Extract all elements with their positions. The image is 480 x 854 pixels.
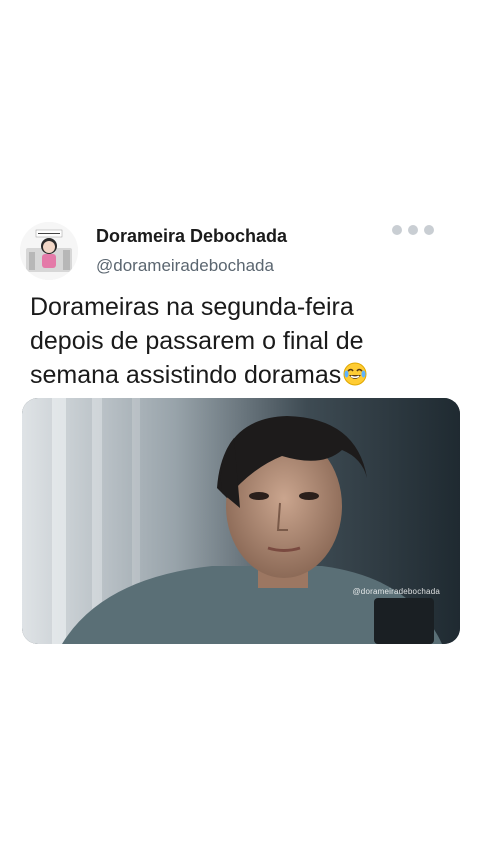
tweet-body: Dorameiras na segunda-feira depois de pa… — [30, 293, 364, 389]
post-header: Dorameira Debochada @dorameiradebochada — [20, 218, 460, 284]
more-dot-icon — [392, 225, 402, 235]
tweet-text: Dorameiras na segunda-feira depois de pa… — [30, 290, 450, 395]
avatar[interactable] — [20, 222, 78, 280]
user-handle[interactable]: @dorameiradebochada — [96, 256, 274, 276]
video-watermark: @dorameiradebochada — [352, 587, 440, 596]
more-options-button[interactable] — [392, 222, 434, 238]
video-frame-image — [22, 398, 460, 644]
more-dot-icon — [424, 225, 434, 235]
avatar-illustration — [20, 222, 78, 280]
more-dot-icon — [408, 225, 418, 235]
post-media[interactable]: @dorameiradebochada — [22, 398, 460, 644]
display-name[interactable]: Dorameira Debochada — [96, 226, 287, 247]
tweet-screenshot: Dorameira Debochada @dorameiradebochada … — [0, 0, 480, 854]
face-with-tears-of-joy-icon — [343, 361, 367, 395]
